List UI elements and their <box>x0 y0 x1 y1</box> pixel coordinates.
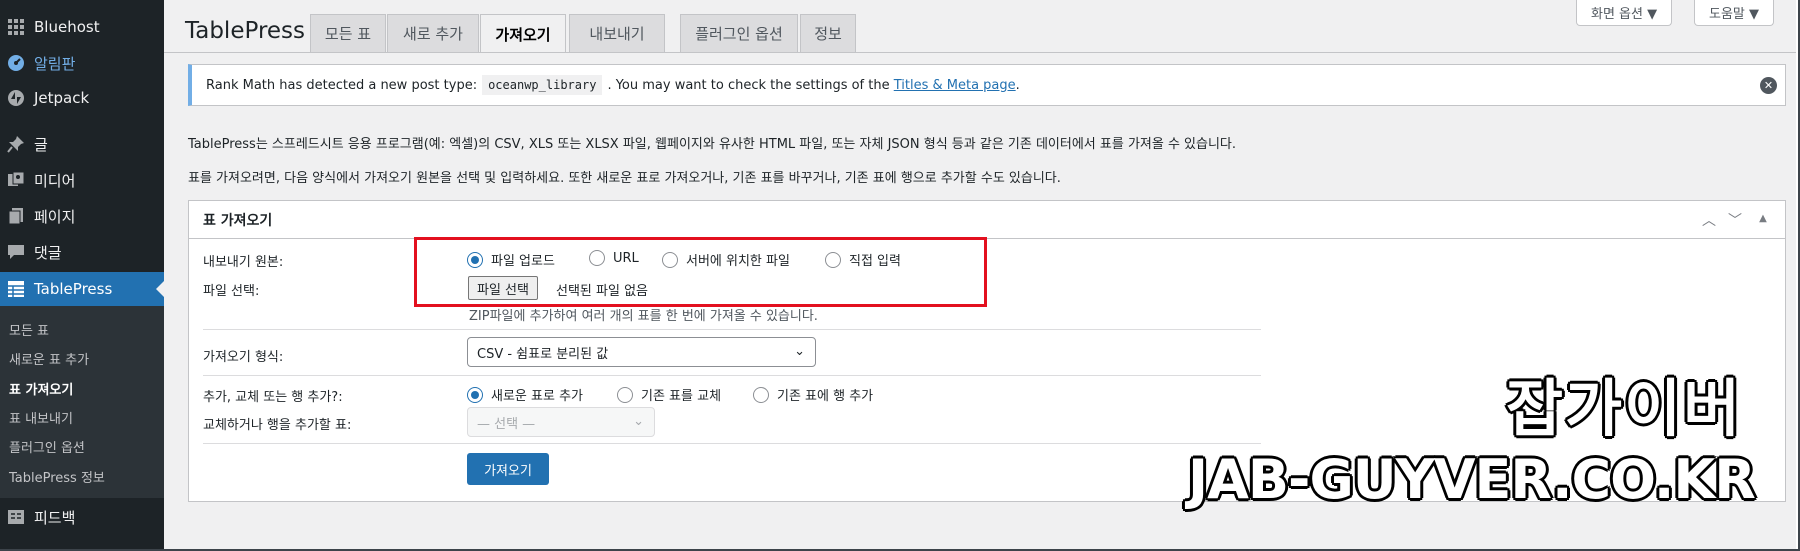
sidebar-item-label: TablePress <box>34 280 113 298</box>
import-submit-button[interactable]: 가져오기 <box>467 453 549 485</box>
table-icon <box>6 279 26 299</box>
sidebar-item-comments[interactable]: 댓글 <box>0 235 164 269</box>
tab-about[interactable]: 정보 <box>800 14 856 52</box>
titles-meta-link[interactable]: Titles & Meta page <box>894 78 1016 93</box>
collapse-toggle-icon[interactable]: ▲ <box>1753 213 1773 224</box>
submenu-plugin-options[interactable]: 플러그인 옵션 <box>9 437 85 456</box>
screen-options-button[interactable]: 화면 옵션 ▼ <box>1576 0 1673 26</box>
format-select[interactable]: CSV - 쉼표로 분리된 값 ⌄ <box>467 337 816 367</box>
sidebar-item-tablepress[interactable]: TablePress <box>0 272 164 306</box>
submenu-import[interactable]: 표 가져오기 <box>9 379 73 398</box>
sidebar-item-dashboard[interactable]: 알림판 <box>0 46 164 80</box>
sidebar-item-posts[interactable]: 글 <box>0 127 164 161</box>
tab-add-new[interactable]: 새로 추가 <box>387 14 479 52</box>
move-down-icon[interactable]: ﹀ <box>1725 210 1745 230</box>
radio-icon <box>753 386 769 403</box>
active-indicator <box>156 281 164 297</box>
media-icon <box>6 170 26 190</box>
highlight-box <box>414 237 987 307</box>
watermark-korean: 잡가이버 <box>1506 372 1743 445</box>
dismiss-icon[interactable]: ✕ <box>1760 77 1777 94</box>
radio-label: 새로운 표로 추가 <box>491 389 583 404</box>
radio-label: 기존 표를 교체 <box>641 389 722 404</box>
target-select-value: — 선택 — <box>477 416 536 432</box>
chevron-down-icon: ⌄ <box>794 344 805 359</box>
sidebar-item-label: 피드백 <box>34 508 76 527</box>
pin-icon <box>6 134 26 154</box>
notice-code: oceanwp_library <box>482 75 603 95</box>
format-label: 가져오기 형식: <box>203 350 284 365</box>
sidebar-item-feedback[interactable]: 피드백 <box>0 500 164 534</box>
mode-option-append[interactable]: 기존 표에 행 추가 <box>753 385 873 404</box>
submenu-about[interactable]: TablePress 정보 <box>9 467 105 486</box>
radio-label: 기존 표에 행 추가 <box>777 389 874 404</box>
sidebar-item-label: Bluehost <box>34 18 100 36</box>
radio-checked-icon <box>467 386 483 403</box>
rank-math-notice: Rank Math has detected a new post type: … <box>188 64 1786 106</box>
watermark-domain: JAB-GUYVER.CO.KR <box>1188 448 1756 511</box>
tab-export[interactable]: 내보내기 <box>569 14 665 52</box>
target-table-select[interactable]: — 선택 — ⌄ <box>467 407 655 437</box>
grid-icon <box>6 17 26 37</box>
row-divider <box>203 329 1261 330</box>
move-up-icon[interactable]: ︿ <box>1699 210 1719 230</box>
sidebar-item-bluehost[interactable]: Bluehost <box>0 10 164 44</box>
sidebar-item-label: 댓글 <box>34 243 62 262</box>
dashboard-icon <box>6 53 26 73</box>
notice-suffix: . <box>1015 77 1020 93</box>
tab-import[interactable]: 가져오기 <box>480 14 566 53</box>
help-button[interactable]: 도움말 ▼ <box>1694 0 1775 26</box>
submenu-all-tables[interactable]: 모든 표 <box>9 320 49 339</box>
target-label: 교체하거나 행을 추가할 표: <box>203 418 352 433</box>
sidebar-item-jetpack[interactable]: Jetpack <box>0 81 164 115</box>
postbox-header: 표 가져오기 <box>189 201 1785 239</box>
chevron-down-icon: ⌄ <box>633 414 644 429</box>
comment-icon <box>6 242 26 262</box>
zip-hint: ZIP파일에 추가하여 여러 개의 표를 한 번에 가져올 수 있습니다. <box>469 309 818 324</box>
notice-middle: . You may want to check the settings of … <box>607 77 890 93</box>
format-select-value: CSV - 쉼표로 분리된 값 <box>477 346 609 362</box>
sidebar-item-label: 미디어 <box>34 171 76 190</box>
notice-prefix: Rank Math has detected a new post type: <box>206 77 478 93</box>
sidebar-item-label: 알림판 <box>34 54 76 73</box>
row-divider <box>203 443 1261 444</box>
file-label: 파일 선택: <box>203 284 260 299</box>
sidebar-item-label: Jetpack <box>34 89 90 107</box>
radio-icon <box>617 386 633 403</box>
mode-option-new[interactable]: 새로운 표로 추가 <box>467 385 583 404</box>
feedback-icon <box>6 507 26 527</box>
sidebar-item-media[interactable]: 미디어 <box>0 163 164 197</box>
jetpack-icon <box>6 88 26 108</box>
submenu-add-table[interactable]: 새로운 표 추가 <box>9 349 89 368</box>
page-icon <box>6 206 26 226</box>
mode-label: 추가, 교체 또는 행 추가?: <box>203 390 343 405</box>
postbox-title: 표 가져오기 <box>203 212 273 229</box>
page-title: TablePress <box>185 18 306 44</box>
sidebar-item-label: 글 <box>34 135 48 154</box>
sidebar-item-label: 페이지 <box>34 207 76 226</box>
tablepress-submenu: 모든 표 새로운 표 추가 표 가져오기 표 내보내기 플러그인 옵션 Tabl… <box>0 306 164 498</box>
submenu-export[interactable]: 표 내보내기 <box>9 408 73 427</box>
tab-divider <box>164 52 1796 53</box>
admin-sidebar: Bluehost 알림판 Jetpack 글 미디어 페이지 댓글 TableP… <box>0 0 164 549</box>
mode-option-replace[interactable]: 기존 표를 교체 <box>617 385 721 404</box>
row-divider <box>203 375 1261 376</box>
description-line-2: 표를 가져오려면, 다음 양식에서 가져오기 원본을 선택 및 입력하세요. 또… <box>188 171 1061 186</box>
sidebar-item-pages[interactable]: 페이지 <box>0 199 164 233</box>
tab-plugin-options[interactable]: 플러그인 옵션 <box>680 14 798 52</box>
tab-all-tables[interactable]: 모든 표 <box>310 14 386 52</box>
description-line-1: TablePress는 스프레드시트 응용 프로그램(예: 엑셀)의 CSV, … <box>188 137 1237 152</box>
source-label: 내보내기 원본: <box>203 255 284 270</box>
